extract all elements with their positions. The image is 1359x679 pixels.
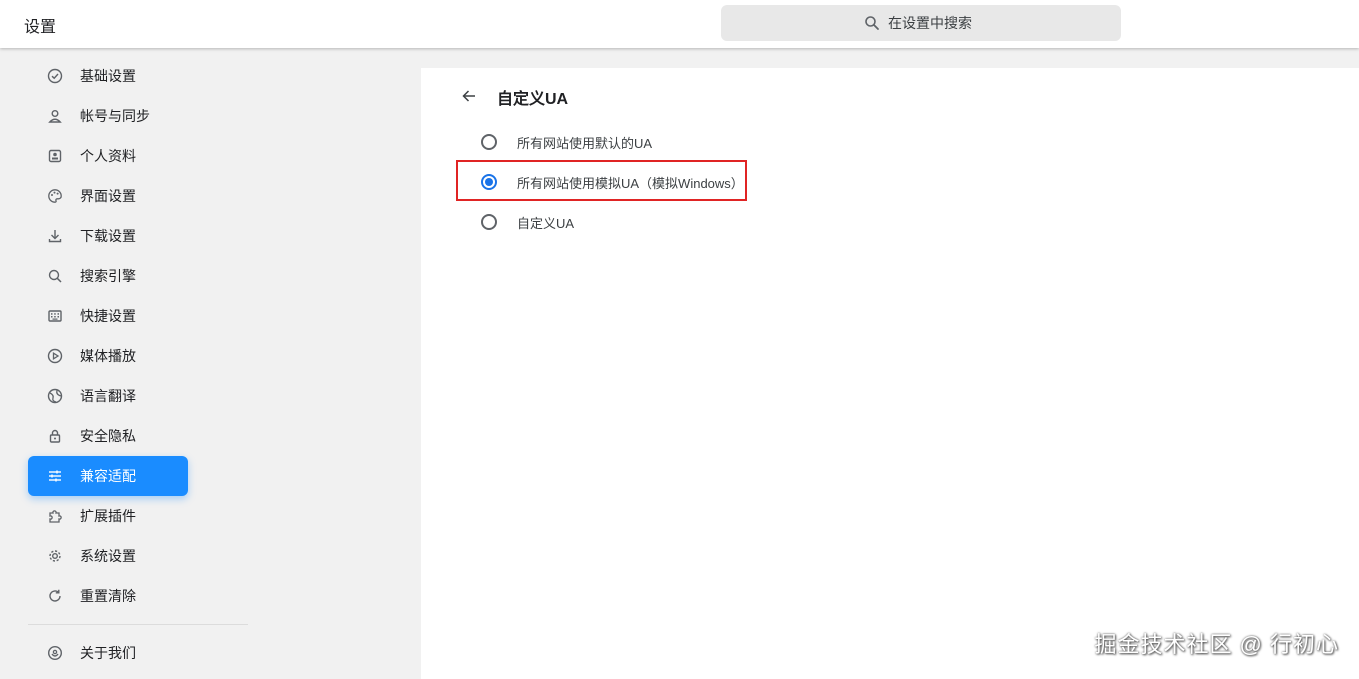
search-input[interactable] xyxy=(888,15,978,31)
sidebar-item-account-sync[interactable]: 帐号与同步 xyxy=(28,96,188,136)
sidebar-item-label: 系统设置 xyxy=(80,548,136,564)
sidebar-item-label: 快捷设置 xyxy=(80,308,136,324)
sidebar-divider xyxy=(28,624,248,625)
arrow-left-icon xyxy=(461,88,477,104)
radio-button[interactable] xyxy=(481,214,497,230)
sidebar-item-basic[interactable]: 基础设置 xyxy=(28,56,188,96)
sidebar-item-label: 搜索引擎 xyxy=(80,268,136,284)
puzzle-icon xyxy=(46,507,64,525)
sidebar-item-label: 语言翻译 xyxy=(80,388,136,404)
keyboard-icon xyxy=(46,307,64,325)
back-button[interactable] xyxy=(457,84,481,108)
profile-card-icon xyxy=(46,147,64,165)
palette-icon xyxy=(46,187,64,205)
sidebar-item-reset[interactable]: 重置清除 xyxy=(28,576,188,616)
sidebar-item-label: 兼容适配 xyxy=(80,468,136,484)
sidebar-item-language[interactable]: 语言翻译 xyxy=(28,376,188,416)
sidebar-item-label: 界面设置 xyxy=(80,188,136,204)
sidebar-item-extensions[interactable]: 扩展插件 xyxy=(28,496,188,536)
sidebar-item-profile[interactable]: 个人资料 xyxy=(28,136,188,176)
search-icon xyxy=(864,15,880,31)
sidebar: 基础设置 帐号与同步 个人资料 界面设置 下载设置 搜索引擎 快捷设置 媒体播放… xyxy=(0,48,421,679)
sidebar-item-download[interactable]: 下载设置 xyxy=(28,216,188,256)
sidebar-item-appearance[interactable]: 界面设置 xyxy=(28,176,188,216)
sidebar-item-label: 关于我们 xyxy=(80,645,136,661)
lock-icon xyxy=(46,427,64,445)
sidebar-item-shortcuts[interactable]: 快捷设置 xyxy=(28,296,188,336)
search-icon xyxy=(46,267,64,285)
radio-button-checked[interactable] xyxy=(481,174,497,190)
sidebar-item-label: 基础设置 xyxy=(80,68,136,84)
sidebar-item-media[interactable]: 媒体播放 xyxy=(28,336,188,376)
play-circle-icon xyxy=(46,347,64,365)
radio-button[interactable] xyxy=(481,134,497,150)
person-icon xyxy=(46,107,64,125)
sidebar-item-system[interactable]: 系统设置 xyxy=(28,536,188,576)
watermark: 掘金技术社区 @ 行初心 xyxy=(1094,632,1339,657)
sidebar-item-label: 个人资料 xyxy=(80,148,136,164)
download-icon xyxy=(46,227,64,245)
sidebar-item-compatibility[interactable]: 兼容适配 xyxy=(28,456,188,496)
sidebar-item-label: 下载设置 xyxy=(80,228,136,244)
settings-content: 自定义UA 所有网站使用默认的UA 所有网站使用模拟UA（模拟Windows） … xyxy=(421,68,1359,679)
sidebar-item-label: 媒体播放 xyxy=(80,348,136,364)
sidebar-item-about[interactable]: 关于我们 xyxy=(28,633,188,673)
ua-option-custom[interactable]: 自定义UA xyxy=(477,207,574,237)
sidebar-item-label: 帐号与同步 xyxy=(80,108,150,124)
page-title: 自定义UA xyxy=(497,91,569,108)
app-title: 设置 xyxy=(24,19,57,36)
top-bar: 设置 xyxy=(0,0,1359,48)
radio-label: 自定义UA xyxy=(517,215,575,231)
tune-icon xyxy=(46,467,64,485)
sidebar-item-security[interactable]: 安全隐私 xyxy=(28,416,188,456)
check-circle-icon xyxy=(46,67,64,85)
about-logo-icon xyxy=(46,644,64,662)
sidebar-item-label: 扩展插件 xyxy=(80,508,136,524)
refresh-icon xyxy=(46,587,64,605)
globe-icon xyxy=(46,387,64,405)
ua-option-default[interactable]: 所有网站使用默认的UA xyxy=(477,127,652,157)
sidebar-item-label: 重置清除 xyxy=(80,588,136,604)
ua-option-simulate-windows[interactable]: 所有网站使用模拟UA（模拟Windows） xyxy=(477,167,744,197)
sidebar-item-label: 安全隐私 xyxy=(80,428,136,444)
radio-label: 所有网站使用默认的UA xyxy=(517,135,653,151)
search-box[interactable] xyxy=(721,5,1121,41)
sidebar-item-search-engine[interactable]: 搜索引擎 xyxy=(28,256,188,296)
radio-label: 所有网站使用模拟UA（模拟Windows） xyxy=(517,175,744,191)
gear-icon xyxy=(46,547,64,565)
